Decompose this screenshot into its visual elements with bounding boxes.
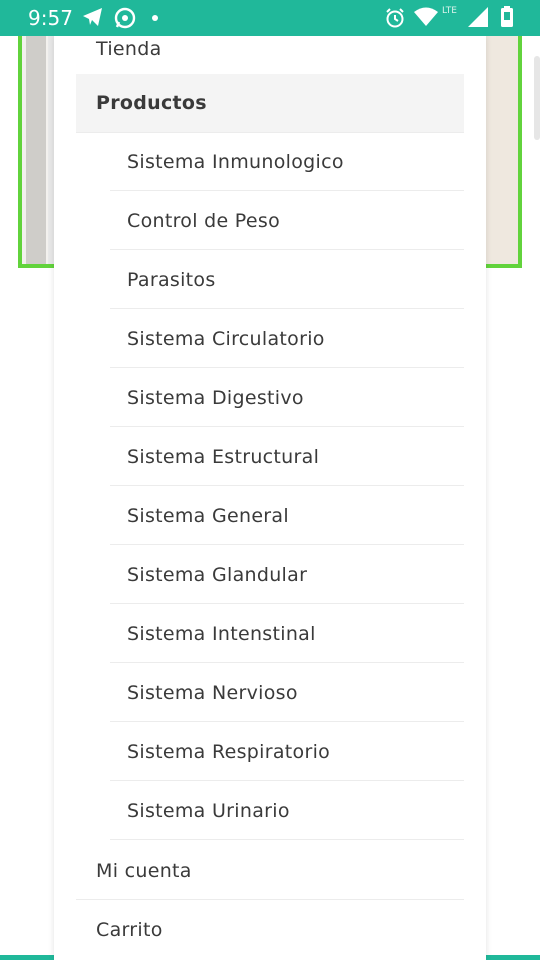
- status-time: 9:57: [28, 6, 73, 30]
- navigation-menu: Tienda Productos Sistema Inmunologico Co…: [54, 36, 486, 960]
- status-bar: 9:57 LTE: [0, 0, 540, 36]
- submenu-item-label: Sistema Nervioso: [127, 681, 298, 704]
- submenu-item-label: Sistema Respiratorio: [127, 740, 331, 763]
- network-type-label: LTE: [442, 6, 457, 16]
- submenu-item-sistema-respiratorio[interactable]: Sistema Respiratorio: [110, 723, 464, 781]
- submenu-item-sistema-nervioso[interactable]: Sistema Nervioso: [110, 664, 464, 722]
- signal-icon: [468, 7, 488, 31]
- banner-image-right-part: [482, 36, 518, 264]
- submenu-item-label: Sistema Digestivo: [127, 386, 304, 409]
- submenu-item-label: Sistema Inmunologico: [127, 150, 344, 173]
- submenu-item-sistema-digestivo[interactable]: Sistema Digestivo: [110, 369, 464, 427]
- submenu-item-sistema-intenstinal[interactable]: Sistema Intenstinal: [110, 605, 464, 663]
- menu-item-mi-cuenta[interactable]: Mi cuenta: [76, 842, 464, 900]
- banner-image-left-part: [26, 36, 46, 264]
- menu-item-label: Carrito: [96, 919, 163, 941]
- notification-dot-icon: [152, 15, 158, 21]
- wifi-icon: [414, 7, 438, 31]
- menu-item-label: Productos: [96, 92, 207, 114]
- battery-icon: [500, 6, 514, 32]
- submenu-item-sistema-glandular[interactable]: Sistema Glandular: [110, 546, 464, 604]
- submenu-item-label: Sistema Intenstinal: [127, 622, 316, 645]
- menu-item-label: Mi cuenta: [96, 859, 192, 882]
- submenu-item-label: Sistema General: [127, 504, 289, 527]
- menu-item-productos[interactable]: Productos: [76, 74, 464, 133]
- submenu-item-label: Control de Peso: [127, 209, 281, 232]
- submenu-item-sistema-circulatorio[interactable]: Sistema Circulatorio: [110, 310, 464, 368]
- menu-item-carrito[interactable]: Carrito: [76, 901, 464, 959]
- alarm-icon: [384, 7, 406, 33]
- submenu-item-label: Sistema Estructural: [127, 445, 320, 468]
- submenu-item-sistema-urinario[interactable]: Sistema Urinario: [110, 782, 464, 840]
- submenu-item-label: Sistema Glandular: [127, 563, 308, 586]
- submenu-item-label: Sistema Urinario: [127, 799, 290, 822]
- submenu-item-sistema-general[interactable]: Sistema General: [110, 487, 464, 545]
- submenu-item-control-de-peso[interactable]: Control de Peso: [110, 192, 464, 250]
- menu-item-label: Tienda: [96, 37, 162, 60]
- submenu-item-parasitos[interactable]: Parasitos: [110, 251, 464, 309]
- submenu-item-sistema-inmunologico[interactable]: Sistema Inmunologico: [110, 133, 464, 191]
- telegram-icon: [82, 7, 104, 31]
- submenu-item-label: Parasitos: [127, 268, 216, 291]
- submenu-item-label: Sistema Circulatorio: [127, 327, 325, 350]
- whatsapp-icon: [114, 7, 136, 33]
- page-scrollbar[interactable]: [534, 56, 540, 140]
- submenu-item-sistema-estructural[interactable]: Sistema Estructural: [110, 428, 464, 486]
